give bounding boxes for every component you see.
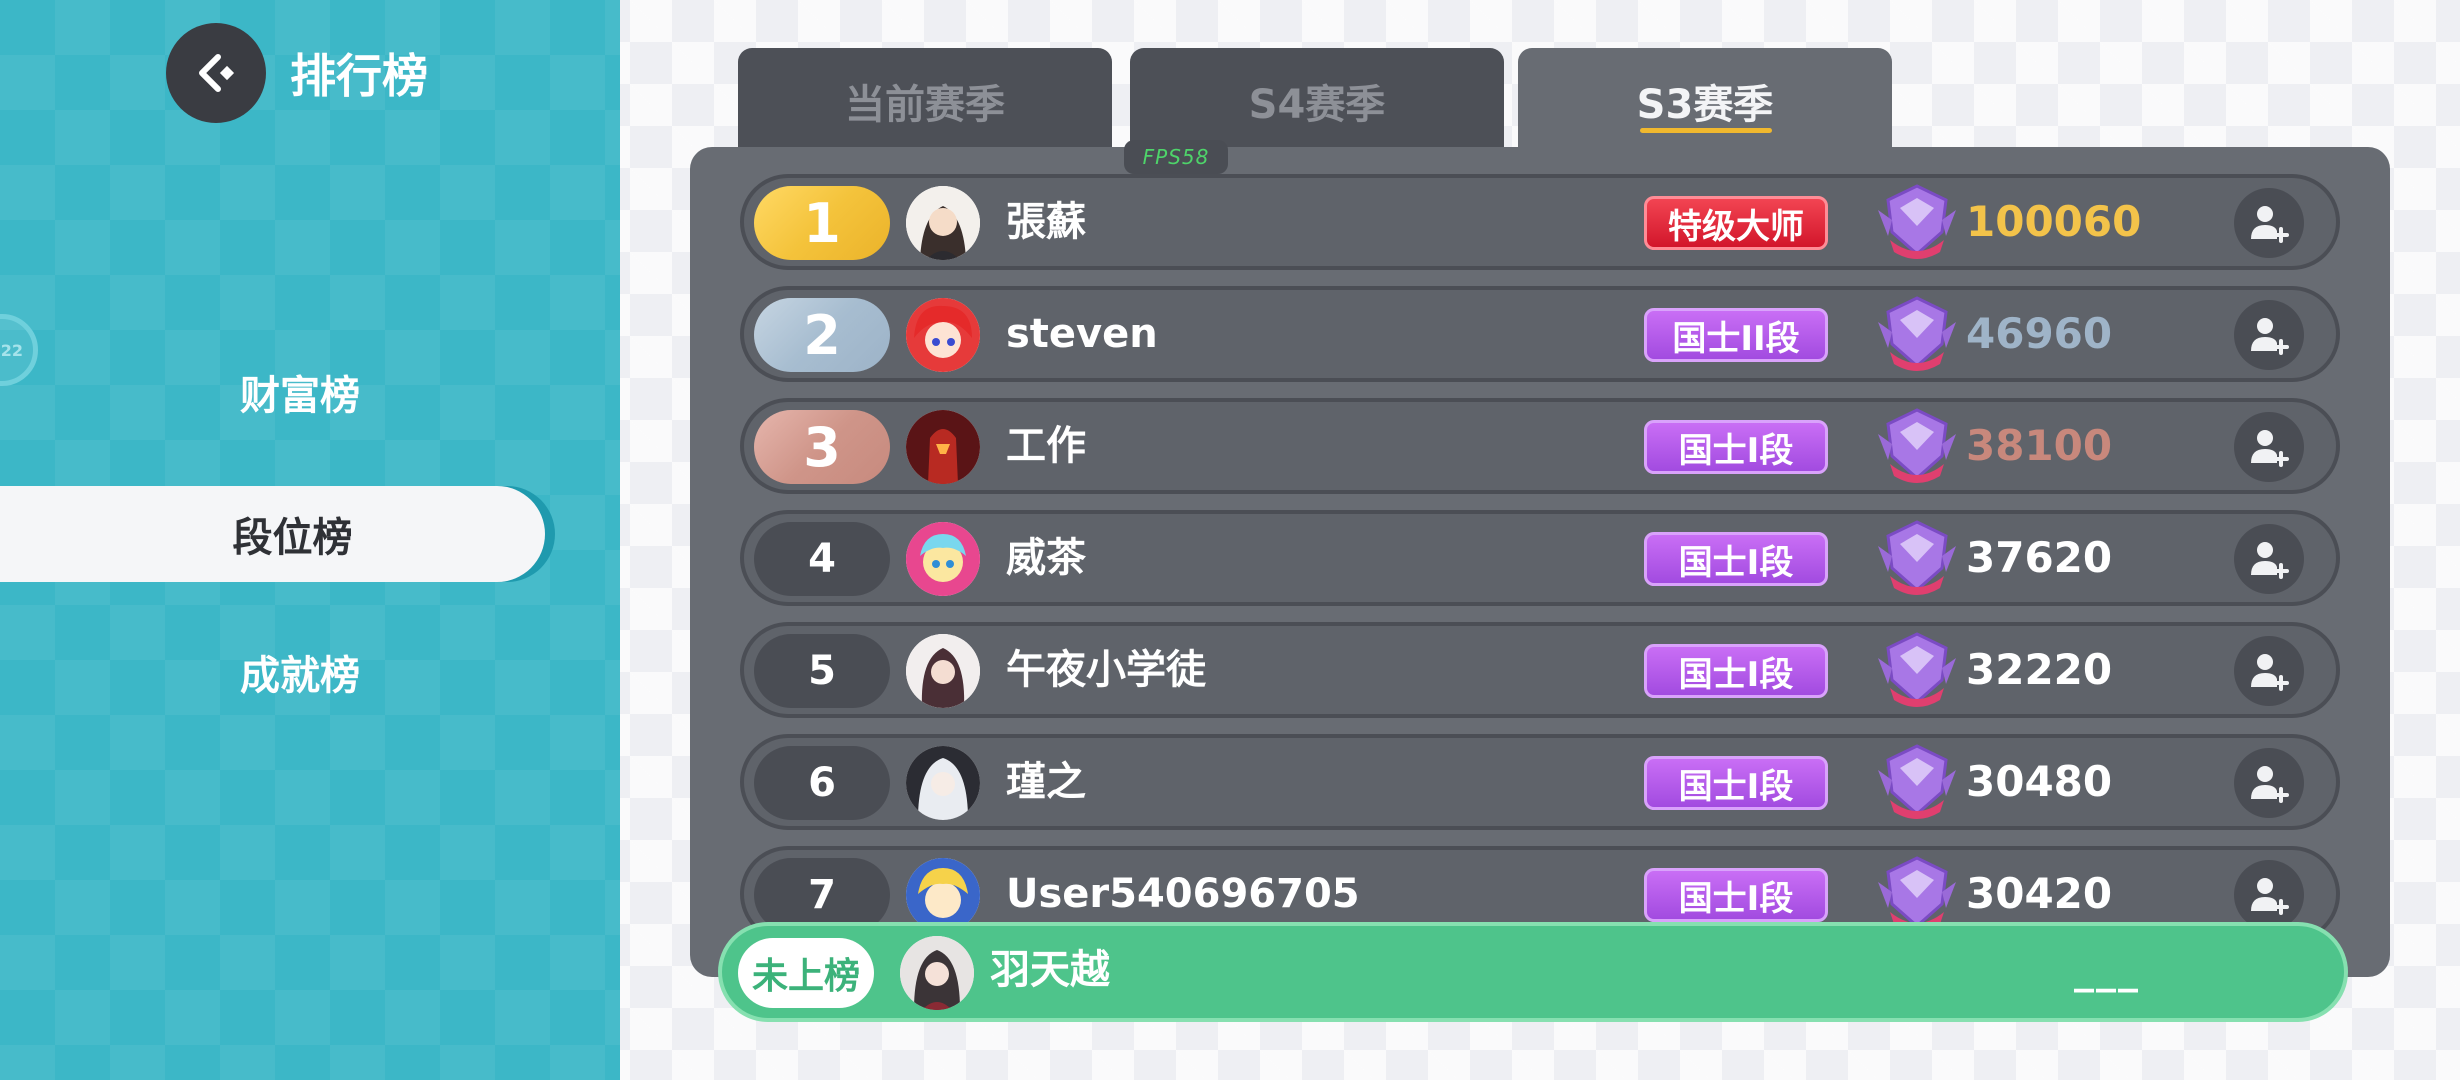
nav-achievement-ranking[interactable]: 成就榜 [0,624,560,720]
rank-badge: 5 [754,634,890,708]
rank-emblem-icon [1878,520,1956,595]
page-title: 排行榜 [290,49,428,103]
unranked-tag: 未上榜 [738,938,874,1008]
back-arrow-icon [199,54,235,92]
avatar[interactable] [906,746,980,820]
add-friend-icon [2251,654,2289,691]
avatar[interactable] [906,858,980,932]
rank-badge: 1 [754,186,890,260]
rank-emblem-icon [1878,632,1956,707]
add-friend-icon [2251,542,2289,579]
score: 37620 [1966,533,2113,582]
rank-badge: 3 [754,410,890,484]
add-friend-button[interactable] [2234,748,2304,818]
add-friend-icon [2251,430,2289,467]
rank-badge: 2 [754,298,890,372]
tier-badge: 特级大师 [1644,196,1828,250]
leaderboard-panel: 1 張蘇 特级大师 100060 2 steven 国士II段 46960 3 … [690,147,2390,977]
avatar[interactable] [906,634,980,708]
add-friend-button[interactable] [2234,860,2304,930]
score: 46960 [1966,309,2113,358]
nav-item-label: 成就榜 [240,653,360,699]
rank-badge: 4 [754,522,890,596]
avatar[interactable] [906,410,980,484]
tier-badge: 国士I段 [1644,532,1828,586]
player-name: 威茶 [1006,535,1086,581]
score: 38100 [1966,421,2113,470]
nav-item-label: 段位榜 [232,515,353,561]
rank-emblem-icon [1878,184,1956,259]
self-score: ___ [2074,947,2140,993]
nav-item-label: 财富榜 [240,373,360,419]
add-friend-button[interactable] [2234,524,2304,594]
add-friend-button[interactable] [2234,636,2304,706]
add-friend-icon [2251,878,2289,915]
self-avatar[interactable] [900,936,974,1010]
sidebar: 排行榜 22 财富榜 段位榜 成就榜 [0,0,620,1080]
score: 32220 [1966,645,2113,694]
avatar[interactable] [906,298,980,372]
add-friend-button[interactable] [2234,188,2304,258]
leaderboard-row[interactable]: 6 瑾之 国士I段 30480 [740,734,2340,830]
player-name: 午夜小学徒 [1006,647,1206,693]
leaderboard-row[interactable]: 4 威茶 国士I段 37620 [740,510,2340,606]
tab-current-season[interactable]: 当前赛季 [738,48,1112,148]
score: 100060 [1966,197,2142,246]
tab-s3-season[interactable]: S3赛季 [1518,48,1892,148]
leaderboard-row[interactable]: 3 工作 国士I段 38100 [740,398,2340,494]
player-name: 工作 [1006,423,1086,469]
player-name: 瑾之 [1006,759,1086,805]
add-friend-icon [2251,766,2289,803]
self-name: 羽天越 [990,947,1110,993]
add-friend-button[interactable] [2234,300,2304,370]
leaderboard-row[interactable]: 5 午夜小学徒 国士I段 32220 [740,622,2340,718]
tier-badge: 国士I段 [1644,756,1828,810]
player-name: steven [1006,311,1158,357]
tier-badge: 国士II段 [1644,308,1828,362]
score: 30480 [1966,757,2113,806]
leaderboard-row[interactable]: 1 張蘇 特级大师 100060 [740,174,2340,270]
player-name: 張蘇 [1006,199,1086,245]
avatar[interactable] [906,522,980,596]
add-friend-button[interactable] [2234,412,2304,482]
add-friend-icon [2251,318,2289,355]
tier-badge: 国士I段 [1644,420,1828,474]
rank-badge: 6 [754,746,890,820]
rank-emblem-icon [1878,408,1956,483]
tier-badge: 国士I段 [1644,644,1828,698]
tab-s4-season[interactable]: S4赛季 [1130,48,1504,148]
back-button[interactable] [166,23,266,123]
leaderboard-row[interactable]: 2 steven 国士II段 46960 [740,286,2340,382]
nav-rank-ranking[interactable]: 段位榜 [0,486,545,582]
nav-wealth-ranking[interactable]: 财富榜 [0,344,560,440]
avatar[interactable] [906,186,980,260]
active-tab-indicator [1640,128,1772,133]
fps-counter: FPS58 [1124,140,1228,174]
rank-emblem-icon [1878,744,1956,819]
rank-badge: 7 [754,858,890,932]
tier-badge: 国士I段 [1644,868,1828,922]
add-friend-icon [2251,206,2289,243]
self-rank-bar[interactable]: 未上榜 羽天越 ___ [718,922,2348,1022]
rank-emblem-icon [1878,296,1956,371]
